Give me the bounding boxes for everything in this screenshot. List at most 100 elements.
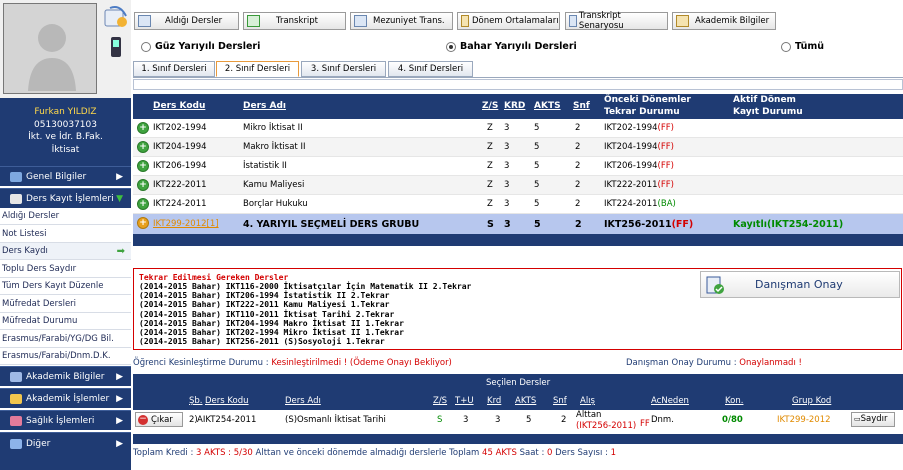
chevron-right-icon: ▶: [116, 393, 123, 404]
tab-year-3[interactable]: 3. Sınıf Dersleri: [301, 61, 386, 77]
advisor-approval-button[interactable]: Danışman Onay: [700, 271, 900, 298]
radio-fall-semester[interactable]: Güz Yarıyılı Dersleri: [141, 41, 260, 52]
selected-course-code: AIKT254-2011: [197, 415, 257, 425]
repeat-line: (2014-2015 Bahar) IKT116-2000 İktisatçıl…: [139, 282, 472, 291]
course-name: İstatistik II: [243, 161, 287, 171]
course-name: 4. YARIYIL SEÇMELİ DERS GRUBU: [243, 219, 420, 230]
submenu-item[interactable]: Ders Kaydı ➡: [0, 243, 131, 260]
header-previous: Önceki Dönemler: [604, 95, 691, 105]
course-row: + IKT206-1994 İstatistik II Z 3 5 2 IKT206-1994…: [133, 157, 903, 176]
sel-header-akts[interactable]: AKTS: [515, 396, 536, 406]
sel-header-zs[interactable]: Z/S: [433, 396, 447, 406]
course-previous: IKT204-1994(FF): [604, 142, 674, 152]
course-krd: 3: [504, 199, 510, 209]
repeat-line: (2014-2015 Bahar) IKT110-2011 İktisat Ta…: [139, 309, 395, 319]
submenu-item[interactable]: Toplu Ders Saydır: [0, 260, 131, 278]
selected-title: Seçilen Dersler: [486, 378, 551, 388]
toolbar-academic-info[interactable]: Akademik Bilgiler: [672, 12, 776, 30]
submenu-item[interactable]: Erasmus/Farabi/Dnm.D.K.: [0, 348, 131, 365]
repeat-title: Tekrar Edilmesi Gereken Dersler: [139, 273, 289, 282]
toolbar-transcript[interactable]: Transkript: [243, 12, 346, 30]
tab-year-2[interactable]: 2. Sınıf Dersleri: [216, 61, 299, 77]
sel-header-alis[interactable]: Alış: [580, 396, 595, 406]
menu-academic-info[interactable]: Akademik Bilgiler ▶: [0, 366, 131, 386]
add-course-icon[interactable]: +: [137, 217, 149, 229]
mobile-phone-icon: [111, 37, 121, 57]
header-course-name[interactable]: Ders Adı: [243, 101, 286, 111]
sel-header-sb[interactable]: Şb.: [189, 396, 203, 406]
count-course-button[interactable]: ▭Saydır: [851, 412, 895, 427]
add-course-icon[interactable]: +: [137, 122, 149, 134]
header-akts[interactable]: AKTS: [534, 101, 561, 111]
submenu-item[interactable]: Erasmus/Farabi/YG/DG Bil.: [0, 330, 131, 348]
header-course-code[interactable]: Ders Kodu: [153, 101, 205, 111]
repeat-list: (2014-2015 Bahar) IKT116-2000 İktisatçıl…: [139, 282, 471, 346]
sel-header-krd[interactable]: Krd: [487, 396, 501, 406]
course-akts: 5: [534, 142, 540, 152]
course-row: + IKT299-2012[1] 4. YARIYIL SEÇMELİ DERS G…: [133, 214, 903, 236]
remove-course-button[interactable]: − Çıkar: [135, 412, 183, 427]
selected-course-row: − Çıkar 2) AIKT254-2011 (S)Osmanlı İktisa…: [133, 410, 903, 432]
toolbar-taken-courses[interactable]: Aldığı Dersler: [134, 12, 239, 30]
header-snf[interactable]: Snf: [573, 101, 590, 111]
course-code: IKT206-1994: [153, 161, 207, 171]
submenu-item[interactable]: Müfredat Durumu: [0, 313, 131, 330]
sel-header-grup[interactable]: Grup Kod: [792, 396, 831, 406]
tab-year-1[interactable]: 1. Sınıf Dersleri: [133, 61, 215, 77]
menu-course-registration[interactable]: Ders Kayıt İşlemleri ▼: [0, 188, 131, 208]
academic-ops-icon: [10, 393, 22, 404]
toolbar-transcript-scenario[interactable]: Transkript Senaryosu: [565, 11, 668, 31]
sel-header-acneden[interactable]: AcNeden: [651, 396, 689, 406]
course-previous: IKT224-2011(BA): [604, 199, 676, 209]
sel-header-snf[interactable]: Snf: [553, 396, 567, 406]
quota: 0/80: [722, 415, 743, 425]
chevron-right-icon: ▶: [116, 371, 123, 382]
menu-other[interactable]: Diğer ▶: [0, 432, 131, 454]
course-table-footer: [133, 234, 903, 246]
sel-header-code[interactable]: Ders Kodu: [205, 396, 249, 406]
chevron-down-icon: ▼: [116, 193, 123, 204]
course-row: + IKT202-1994 Mikro İktisat II Z 3 5 2 IKT202-1…: [133, 119, 903, 138]
group-code: IKT299-2012: [777, 415, 831, 425]
course-snf: 2: [575, 161, 581, 171]
sel-header-tu[interactable]: T+U: [455, 396, 474, 406]
submenu-item[interactable]: Not Listesi: [0, 225, 131, 243]
student-number: 05130037103: [34, 119, 97, 130]
course-krd: 3: [504, 219, 511, 230]
course-akts: 5: [534, 180, 540, 190]
academic-icon: [676, 15, 689, 27]
radio-all[interactable]: Tümü: [781, 41, 824, 52]
add-course-icon[interactable]: +: [137, 179, 149, 191]
add-course-icon[interactable]: +: [137, 141, 149, 153]
selected-course-name: (S)Osmanlı İktisat Tarihi: [285, 415, 386, 425]
student-confirm-status: Öğrenci Kesinleştirme Durumu : Kesinleşt…: [133, 358, 452, 368]
course-row: + IKT224-2011 Borçlar Hukuku Z 3 5 2 IKT224-201…: [133, 195, 903, 214]
course-zs: Z: [487, 161, 493, 171]
course-active-status: Kayıtlı(IKT254-2011): [733, 219, 844, 230]
sel-header-name[interactable]: Ders Adı: [285, 396, 321, 406]
menu-academic-ops[interactable]: Akademik İşlemler ▶: [0, 388, 131, 408]
submenu-item[interactable]: Tüm Ders Kayıt Düzenle: [0, 278, 131, 295]
menu-general-info[interactable]: Genel Bilgiler ▶: [0, 166, 131, 186]
submenu-item[interactable]: Aldığı Dersler: [0, 208, 131, 225]
profile-photo-area: [0, 0, 131, 98]
toolbar-term-averages[interactable]: Dönem Ortalamaları: [457, 12, 560, 30]
sel-header-kon[interactable]: Kon.: [725, 396, 743, 406]
tab-panel-toolbar: [133, 79, 903, 90]
header-krd[interactable]: KRD: [504, 101, 525, 111]
repeat-line: (2014-2015 Bahar) IKT204-1994 Makro İkti…: [139, 318, 404, 328]
count-icon: ▭: [854, 415, 861, 423]
add-course-icon[interactable]: +: [137, 160, 149, 172]
add-course-icon[interactable]: +: [137, 198, 149, 210]
course-snf: 2: [575, 180, 581, 190]
toolbar-graduation-transcript[interactable]: Mezuniyet Trans.: [350, 12, 453, 30]
course-krd: 3: [504, 123, 510, 133]
header-zs[interactable]: Z/S: [482, 101, 498, 111]
calendar-icon[interactable]: [102, 4, 128, 30]
tab-year-4[interactable]: 4. Sınıf Dersleri: [388, 61, 473, 77]
submenu-item[interactable]: Müfredat Dersleri: [0, 295, 131, 313]
repeat-courses-box: Tekrar Edilmesi Gereken Dersler (2014-20…: [133, 268, 902, 350]
menu-health[interactable]: Sağlık İşlemleri ▶: [0, 410, 131, 430]
radio-spring-semester[interactable]: Bahar Yarıyılı Dersleri: [446, 41, 577, 52]
course-row: + IKT204-1994 Makro İktisat II Z 3 5 2 IKT204-1…: [133, 138, 903, 157]
